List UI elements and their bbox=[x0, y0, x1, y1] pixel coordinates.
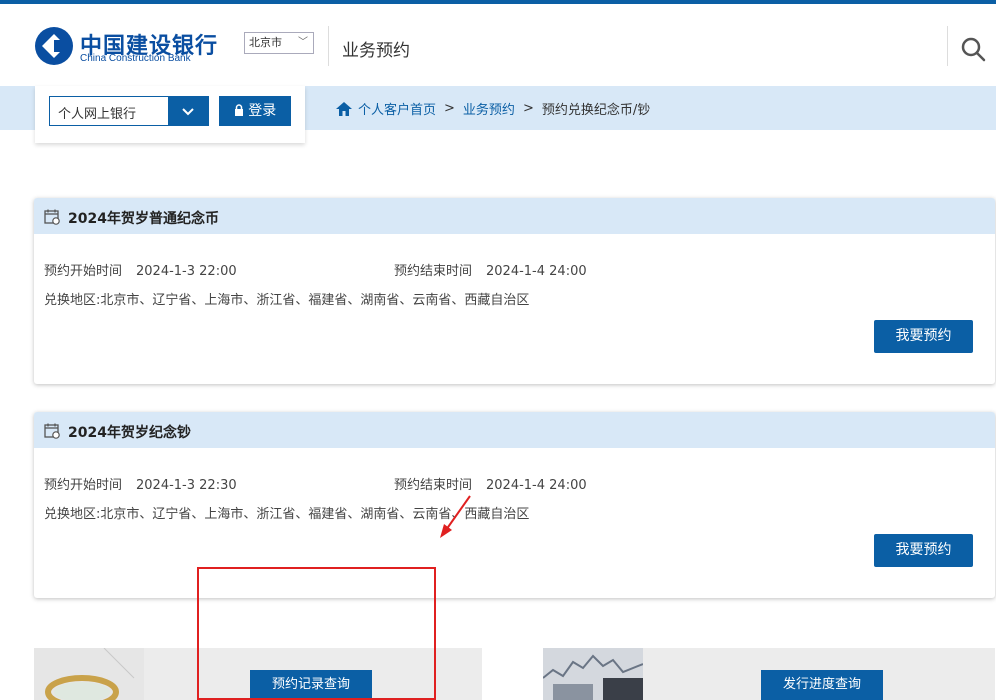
ccb-logo-icon[interactable] bbox=[34, 26, 74, 66]
header: 中国建设银行 China Construction Bank 北京市 ﹀ 业务预… bbox=[0, 4, 996, 86]
city-select-value: 北京市 bbox=[249, 36, 282, 49]
lock-icon bbox=[234, 104, 243, 116]
card-header: 2024年贺岁普通纪念币 bbox=[34, 198, 995, 234]
region-value: 北京市、辽宁省、上海市、浙江省、福建省、湖南省、云南省、西藏自治区 bbox=[100, 293, 530, 308]
breadcrumb-current: 预约兑换纪念币/钞 bbox=[541, 103, 651, 118]
progress-query-button[interactable]: 发行进度查询 bbox=[761, 670, 883, 700]
breadcrumb-home-link[interactable]: 个人客户首页 bbox=[358, 99, 436, 118]
breadcrumb-level2-link[interactable]: 业务预约 bbox=[463, 99, 515, 118]
note-reservation-card: 2024年贺岁纪念钞 预约开始时间 2024-1-3 22:30 预约结束时间 20… bbox=[34, 412, 995, 598]
chevron-down-icon: ﹀ bbox=[298, 37, 308, 48]
breadcrumb-separator: > bbox=[444, 101, 455, 116]
section-title: 业务预约 bbox=[342, 41, 410, 61]
end-time-row: 预约结束时间 2024-1-4 24:00 bbox=[394, 474, 587, 493]
card-title: 2024年贺岁纪念钞 bbox=[68, 425, 191, 441]
start-time-row: 预约开始时间 2024-1-3 22:30 bbox=[44, 474, 237, 493]
bank-type-value: 个人网上银行 bbox=[58, 107, 137, 122]
login-panel: 个人网上银行 登录 bbox=[35, 86, 305, 143]
logo-english-name[interactable]: China Construction Bank bbox=[80, 53, 191, 64]
start-time-label: 预约开始时间 bbox=[44, 478, 123, 493]
card-title: 2024年贺岁普通纪念币 bbox=[68, 211, 219, 227]
login-label: 登录 bbox=[248, 103, 277, 119]
start-time-row: 预约开始时间 2024-1-3 22:00 bbox=[44, 260, 237, 279]
start-time-label: 预约开始时间 bbox=[44, 264, 123, 279]
magnifier-image bbox=[34, 648, 144, 700]
search-icon[interactable] bbox=[960, 36, 986, 62]
start-time-value: 2024-1-3 22:30 bbox=[136, 478, 237, 493]
login-button[interactable]: 登录 bbox=[219, 96, 291, 126]
card-header: 2024年贺岁纪念钞 bbox=[34, 412, 995, 448]
highlight-box bbox=[197, 567, 436, 700]
bank-type-select[interactable]: 个人网上银行 bbox=[49, 96, 209, 126]
start-time-value: 2024-1-3 22:00 bbox=[136, 264, 237, 279]
end-time-value: 2024-1-4 24:00 bbox=[486, 264, 587, 279]
chevron-down-icon[interactable] bbox=[168, 97, 208, 125]
arrow-annotation bbox=[440, 495, 471, 538]
progress-query-banner: 发行进度查询 bbox=[543, 648, 995, 700]
region-label: 兑换地区: bbox=[44, 507, 101, 522]
finance-chart-image bbox=[543, 648, 643, 700]
city-select[interactable]: 北京市 ﹀ bbox=[244, 32, 314, 54]
divider bbox=[328, 26, 329, 66]
region-label: 兑换地区: bbox=[44, 293, 101, 308]
reserve-button[interactable]: 我要预约 bbox=[874, 534, 973, 567]
end-time-row: 预约结束时间 2024-1-4 24:00 bbox=[394, 260, 587, 279]
region-row: 兑换地区:北京市、辽宁省、上海市、浙江省、福建省、湖南省、云南省、西藏自治区 bbox=[44, 289, 529, 308]
breadcrumb-separator: > bbox=[522, 101, 534, 116]
calendar-icon bbox=[44, 209, 60, 225]
calendar-icon bbox=[44, 423, 60, 439]
divider bbox=[947, 26, 948, 66]
home-icon[interactable] bbox=[336, 101, 352, 116]
end-time-label: 预约结束时间 bbox=[394, 478, 473, 493]
end-time-label: 预约结束时间 bbox=[394, 264, 473, 279]
end-time-value: 2024-1-4 24:00 bbox=[486, 478, 587, 493]
reserve-button[interactable]: 我要预约 bbox=[874, 320, 973, 353]
coin-reservation-card: 2024年贺岁普通纪念币 预约开始时间 2024-1-3 22:00 预约结束时间… bbox=[34, 198, 995, 384]
breadcrumb: 个人客户首页 > 业务预约 > 预约兑换纪念币/钞 bbox=[336, 99, 650, 118]
